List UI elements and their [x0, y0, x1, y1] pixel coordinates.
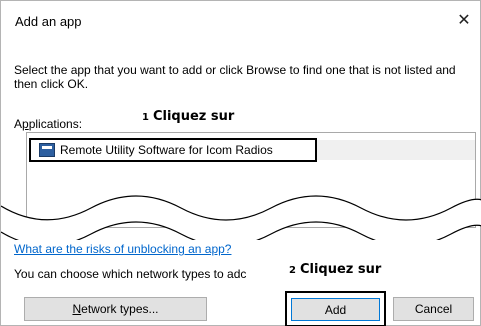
- risks-link[interactable]: What are the risks of unblocking an app?: [14, 242, 231, 256]
- torn-edge-divider: [1, 195, 481, 240]
- network-types-text: You can choose which network types to ad…: [14, 267, 247, 281]
- add-button-highlight: Add: [285, 291, 386, 326]
- cancel-button[interactable]: Cancel: [393, 297, 474, 321]
- add-app-dialog: Add an app ✕ Select the app that you wan…: [0, 0, 481, 326]
- applications-label: Applications:: [14, 117, 83, 131]
- close-icon[interactable]: ✕: [452, 9, 476, 33]
- list-item-remote-utility[interactable]: Remote Utility Software for Icom Radios: [29, 138, 317, 162]
- dialog-description: Select the app that you want to add or c…: [14, 63, 456, 91]
- title-bar: Add an app ✕: [1, 1, 480, 43]
- dialog-title: Add an app: [15, 14, 82, 29]
- callout-1: 1 Cliquez sur: [137, 107, 240, 126]
- add-button[interactable]: Add: [291, 298, 380, 321]
- network-types-button[interactable]: Network types...: [24, 297, 207, 321]
- app-icon: [39, 143, 55, 157]
- list-item-label: Remote Utility Software for Icom Radios: [60, 143, 273, 157]
- callout-2: 2 Cliquez sur: [284, 260, 387, 279]
- list-item-highlight: [317, 140, 475, 160]
